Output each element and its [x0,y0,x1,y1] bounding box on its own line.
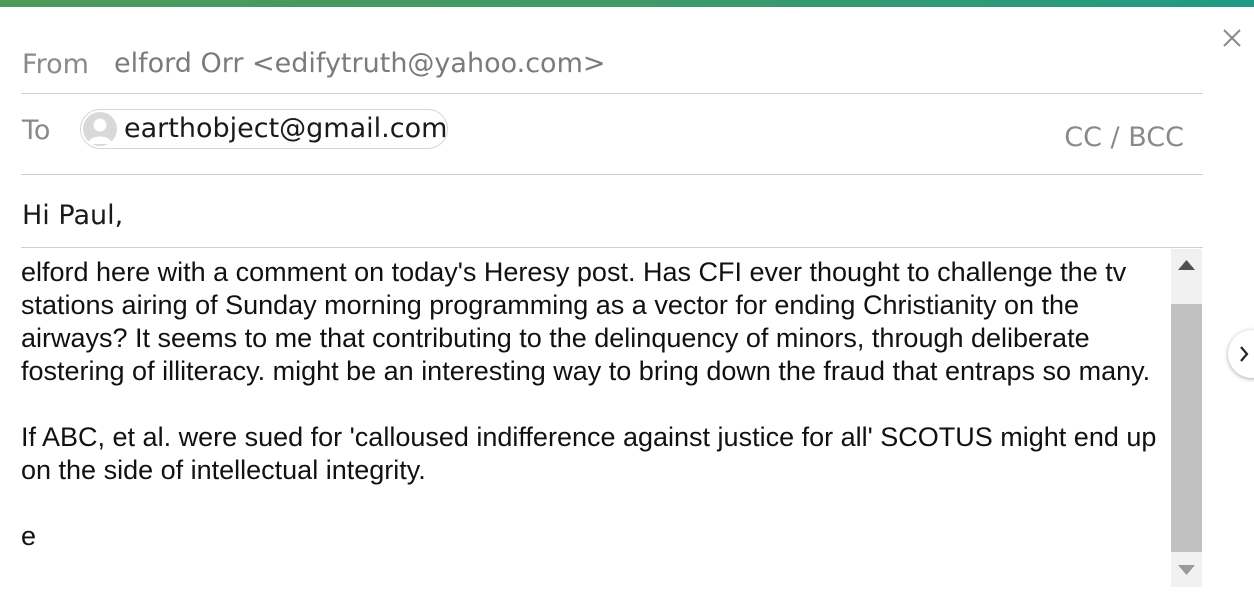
from-label: From [22,49,89,80]
divider [21,93,1203,94]
accent-bar [0,0,1254,7]
recipient-email: earthobject@gmail.com [124,113,448,144]
body-paragraph: elford here with a comment on today's He… [21,257,1151,386]
body-signature: e [21,521,37,551]
vertical-scrollbar[interactable] [1171,249,1202,587]
triangle-down-icon [1178,565,1195,575]
scroll-thumb[interactable] [1171,304,1202,552]
recipient-chip[interactable]: earthobject@gmail.com [80,109,448,149]
chevron-right-icon [1240,346,1249,362]
divider [21,174,1203,175]
body-paragraph: If ABC, et al. were sued for 'calloused … [21,422,1157,485]
greeting-line[interactable]: Hi Paul, [22,199,123,233]
close-button[interactable] [1219,25,1245,51]
close-icon [1223,29,1241,47]
scroll-down-button[interactable] [1171,555,1202,587]
from-value: elford Orr <edifytruth@yahoo.com> [114,48,606,79]
divider [21,247,1203,248]
person-avatar-icon [83,112,117,146]
next-button[interactable] [1228,330,1254,378]
message-body[interactable]: elford here with a comment on today's He… [21,256,1169,592]
scroll-up-button[interactable] [1171,249,1202,281]
cc-bcc-button[interactable]: CC / BCC [1064,121,1184,155]
to-label: To [22,115,51,146]
triangle-up-icon [1178,260,1195,270]
